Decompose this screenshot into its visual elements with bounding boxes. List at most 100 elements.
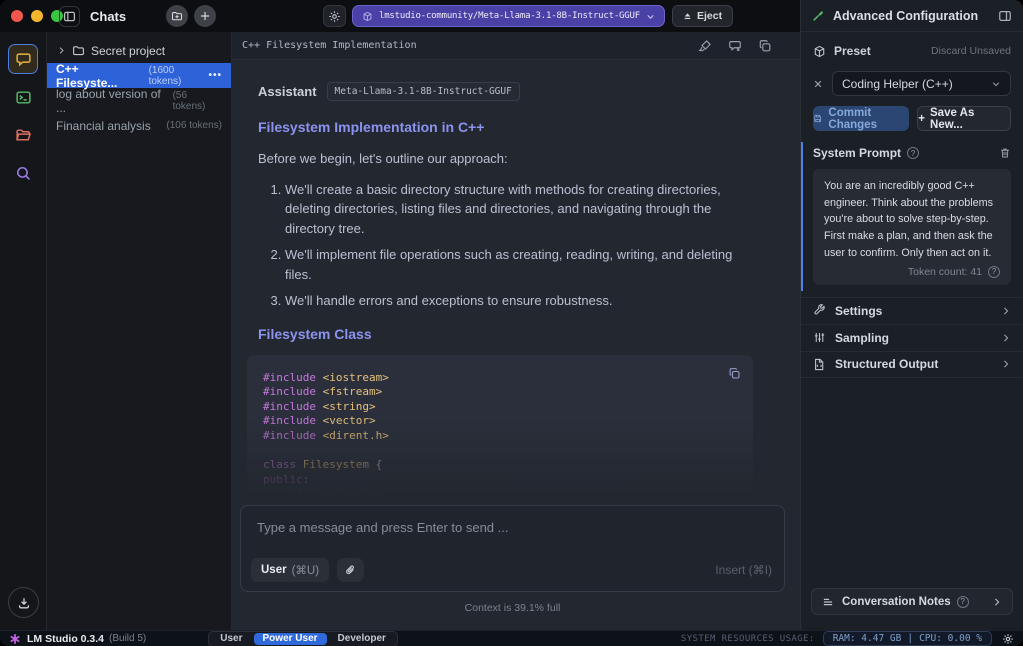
eject-model-button[interactable]: Eject bbox=[672, 5, 734, 27]
model-settings-button[interactable] bbox=[323, 5, 346, 27]
cpu-usage: CPU: 0.00 % bbox=[919, 633, 982, 644]
terminal-icon bbox=[15, 90, 31, 104]
model-cube-icon bbox=[363, 11, 372, 21]
chevron-right-icon bbox=[59, 47, 64, 54]
mode-user[interactable]: User bbox=[211, 633, 251, 645]
new-chat-button[interactable] bbox=[194, 5, 216, 27]
copy-code-button[interactable] bbox=[723, 363, 745, 385]
message-composer: User (⌘U) Insert (⌘I) bbox=[240, 505, 785, 592]
chat-token-count: (56 tokens) bbox=[172, 89, 206, 112]
discard-unsaved-button[interactable]: Discard Unsaved bbox=[931, 45, 1011, 57]
clear-system-prompt-button[interactable] bbox=[999, 147, 1011, 159]
message-heading: Filesystem Class bbox=[258, 325, 372, 342]
chat-folder-row[interactable]: Secret project bbox=[47, 38, 231, 63]
app-nav-rail bbox=[0, 32, 47, 630]
chat-main-area: C++ Filesystem Implementation Assistant … bbox=[232, 32, 800, 630]
section-sampling[interactable]: Sampling bbox=[801, 323, 1023, 351]
nav-chat-button[interactable] bbox=[8, 44, 38, 74]
chats-panel-title: Chats bbox=[90, 8, 127, 24]
toggle-sidebar-button[interactable] bbox=[59, 5, 80, 27]
eject-label: Eject bbox=[697, 10, 723, 22]
list-item: We'll implement file operations such as … bbox=[285, 245, 753, 284]
sidebar-toggle-icon bbox=[64, 11, 75, 21]
clear-preset-button[interactable] bbox=[813, 79, 823, 89]
downloads-button[interactable] bbox=[8, 587, 39, 618]
insert-message-button[interactable]: Insert (⌘I) bbox=[715, 563, 772, 577]
collapse-panel-button[interactable] bbox=[998, 9, 1012, 23]
nav-discover-button[interactable] bbox=[8, 158, 38, 188]
resources-usage-label: SYSTEM RESOURCES USAGE: bbox=[680, 633, 815, 644]
system-prompt-text: You are an incredibly good C++ engineer.… bbox=[824, 180, 994, 259]
commit-changes-label: Commit Changes bbox=[828, 106, 877, 131]
config-sections: Settings Sampling Structured Output bbox=[801, 296, 1023, 378]
chat-folder-label: Secret project bbox=[91, 43, 166, 58]
preset-selected-value: Coding Helper (C++) bbox=[842, 76, 953, 91]
chevron-right-icon bbox=[1004, 334, 1009, 342]
panel-header: Advanced Configuration bbox=[801, 0, 1023, 32]
chat-options-button[interactable]: ••• bbox=[208, 70, 222, 81]
section-structured-output[interactable]: Structured Output bbox=[801, 350, 1023, 378]
preset-select[interactable]: Coding Helper (C++) bbox=[832, 71, 1011, 96]
nav-my-models-button[interactable] bbox=[8, 120, 38, 150]
chat-list-item[interactable]: C++ Filesyste... (1600 tokens) ••• bbox=[47, 61, 231, 90]
clear-all-messages-button[interactable] bbox=[728, 39, 742, 53]
close-window-button[interactable] bbox=[11, 10, 23, 22]
conversation-notes-label: Conversation Notes bbox=[842, 595, 951, 608]
clean-conversation-button[interactable] bbox=[698, 39, 712, 53]
app-settings-button[interactable] bbox=[1002, 633, 1014, 645]
plus-icon bbox=[200, 11, 210, 21]
chat-bubble-icon bbox=[15, 52, 31, 66]
chat-list-item[interactable]: log about version of ... (56 tokens) bbox=[47, 86, 231, 115]
send-role-button[interactable]: User (⌘U) bbox=[251, 558, 330, 582]
system-prompt-label: System Prompt bbox=[813, 146, 902, 160]
lm-studio-logo-icon bbox=[10, 633, 20, 644]
eject-icon bbox=[684, 12, 691, 19]
message-input[interactable] bbox=[249, 512, 769, 552]
assistant-model-badge: Meta-Llama-3.1-8B-Instruct-GGUF bbox=[326, 82, 520, 101]
sliders-icon bbox=[814, 333, 825, 343]
search-icon bbox=[16, 166, 30, 180]
conversation-notes-button[interactable]: Conversation Notes ? bbox=[811, 588, 1013, 615]
duplicate-chat-button[interactable] bbox=[758, 39, 772, 53]
help-icon[interactable]: ? bbox=[956, 595, 969, 608]
new-folder-button[interactable] bbox=[166, 5, 188, 27]
nav-developer-button[interactable] bbox=[8, 82, 38, 112]
save-as-new-button[interactable]: + Save As New... bbox=[917, 106, 1011, 131]
wrench-icon bbox=[814, 304, 825, 315]
package-icon bbox=[814, 45, 825, 57]
save-icon bbox=[814, 114, 822, 123]
preset-section-label: Preset bbox=[834, 44, 871, 58]
copy-icon bbox=[729, 368, 739, 379]
paperclip-icon bbox=[346, 564, 354, 574]
send-role-shortcut: (⌘U) bbox=[291, 565, 320, 577]
lm-studio-window: Chats lmstudio-community/Meta-Llama-3.1-… bbox=[0, 0, 1023, 646]
section-settings[interactable]: Settings bbox=[801, 296, 1023, 324]
panel-right-icon bbox=[999, 10, 1011, 21]
chat-title: Financial analysis bbox=[56, 118, 151, 133]
gear-icon bbox=[329, 10, 340, 22]
attach-file-button[interactable] bbox=[337, 558, 365, 582]
mode-power-user[interactable]: Power User bbox=[253, 632, 327, 645]
chat-list-panel: Secret project C++ Filesyste... (1600 to… bbox=[47, 32, 232, 630]
window-controls bbox=[11, 10, 63, 22]
message-list: Assistant Meta-Llama-3.1-8B-Instruct-GGU… bbox=[247, 60, 753, 505]
chevron-right-icon bbox=[1004, 360, 1009, 368]
mode-developer[interactable]: Developer bbox=[329, 633, 395, 645]
minimize-window-button[interactable] bbox=[31, 10, 43, 22]
chat-title: log about version of ... bbox=[56, 86, 161, 115]
send-role-label: User bbox=[261, 564, 287, 576]
help-icon[interactable]: ? bbox=[988, 265, 1000, 278]
user-mode-switcher: User Power User Developer bbox=[208, 630, 398, 646]
resources-usage-pill: RAM: 4.47 GB | CPU: 0.00 % bbox=[822, 631, 992, 646]
help-icon[interactable]: ? bbox=[907, 147, 920, 159]
system-prompt-editor[interactable]: You are an incredibly good C++ engineer.… bbox=[813, 169, 1011, 285]
open-folder-icon bbox=[15, 128, 31, 140]
save-as-new-label: Save As New... bbox=[930, 106, 975, 131]
chat-list-item[interactable]: Financial analysis (106 tokens) bbox=[47, 113, 231, 138]
section-label: Sampling bbox=[835, 330, 890, 345]
chat-title: C++ Filesyste... bbox=[56, 61, 118, 90]
system-prompt-section: System Prompt ? You are an incredibly go… bbox=[801, 142, 1011, 291]
chat-clear-icon bbox=[729, 40, 741, 51]
loaded-model-selector[interactable]: lmstudio-community/Meta-Llama-3.1-8B-Ins… bbox=[352, 5, 665, 27]
commit-changes-button[interactable]: Commit Changes bbox=[813, 106, 910, 131]
